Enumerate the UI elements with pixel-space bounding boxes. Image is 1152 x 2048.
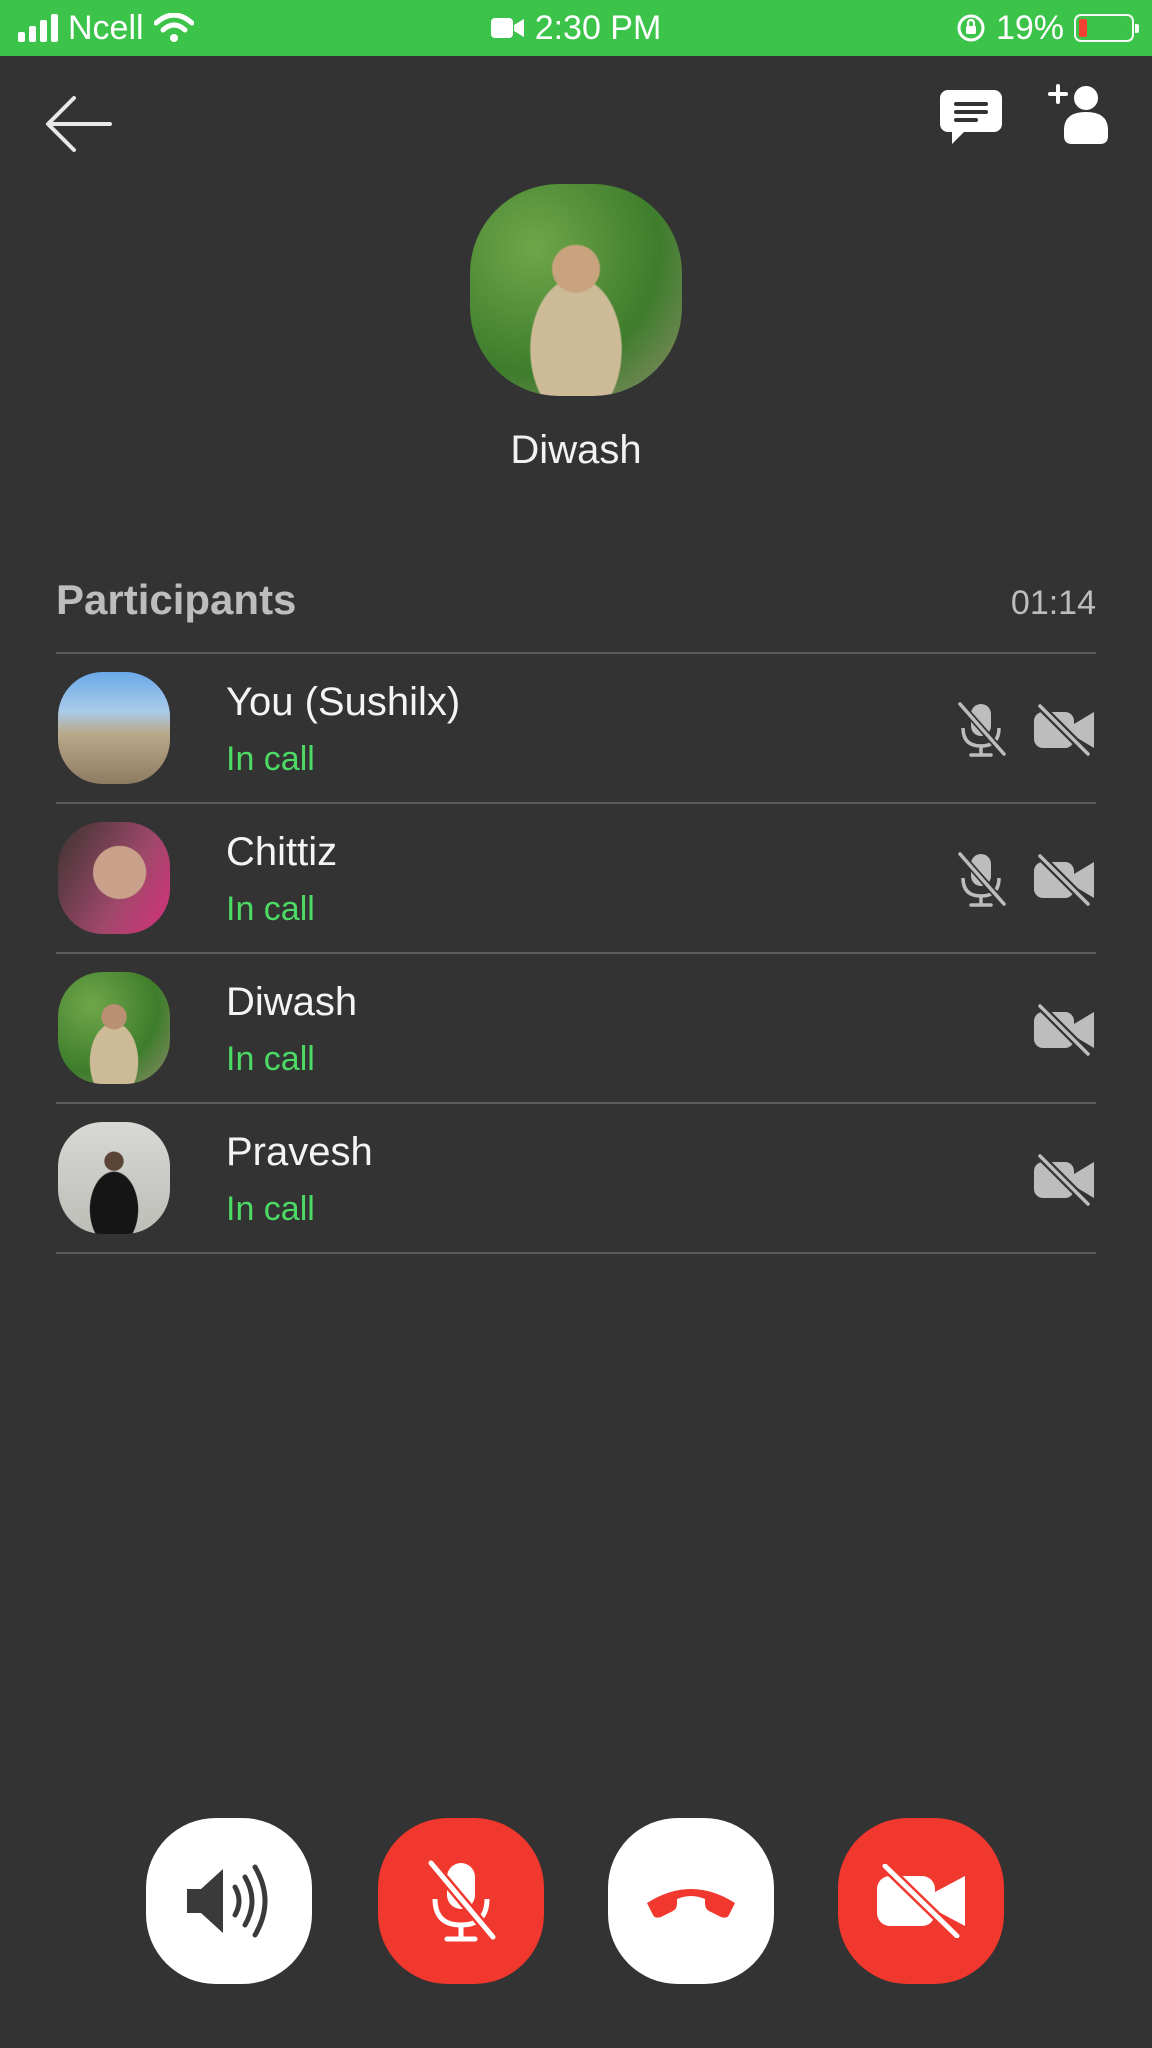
add-person-icon[interactable]: [1048, 84, 1110, 146]
mute-button[interactable]: [378, 1818, 544, 1984]
end-call-button[interactable]: [608, 1818, 774, 1984]
top-bar: [0, 56, 1152, 186]
mic-muted-icon: [957, 851, 1007, 907]
video-toggle-button[interactable]: [838, 1818, 1004, 1984]
participant-avatar: [58, 1122, 170, 1234]
participant-name: Diwash: [226, 980, 358, 1024]
back-arrow-icon[interactable]: [44, 92, 114, 156]
participant-status: In call: [226, 1040, 315, 1078]
participant-status: In call: [226, 1190, 315, 1228]
participant-avatar: [58, 822, 170, 934]
participant-row[interactable]: Pravesh In call: [56, 1104, 1096, 1254]
video-off-icon: [877, 1864, 965, 1938]
video-off-icon: [1034, 1004, 1094, 1056]
battery-percent: 19%: [995, 8, 1064, 47]
mic-off-icon: [427, 1859, 497, 1942]
participant-row[interactable]: Diwash In call: [56, 954, 1096, 1104]
participant-row[interactable]: Chittiz In call: [56, 804, 1096, 954]
status-right: 19%: [956, 0, 1139, 56]
status-bar: Ncell 2:30 PM 19%: [0, 0, 1152, 56]
call-timer: 01:14: [1010, 584, 1096, 622]
chat-icon[interactable]: [940, 86, 1002, 148]
video-off-icon: [1034, 1154, 1094, 1206]
video-off-icon: [1034, 704, 1094, 756]
caller-avatar: [470, 184, 682, 396]
video-recording-icon: [490, 18, 524, 38]
participant-name: You (Sushilx): [226, 680, 461, 724]
mic-muted-icon: [957, 701, 1007, 757]
video-off-icon: [1034, 854, 1094, 906]
clock: 2:30 PM: [534, 8, 662, 47]
participant-name: Chittiz: [226, 830, 338, 874]
end-call-icon: [647, 1889, 735, 1918]
participant-name: Pravesh: [226, 1130, 373, 1174]
speaker-button[interactable]: [146, 1818, 312, 1984]
participant-status: In call: [226, 890, 315, 928]
speaker-icon: [187, 1864, 268, 1938]
participant-row[interactable]: You (Sushilx) In call: [56, 654, 1096, 804]
participant-avatar: [58, 972, 170, 1084]
orientation-lock-icon: [957, 14, 985, 42]
participant-avatar: [58, 672, 170, 784]
battery-icon: [1074, 14, 1139, 42]
caller-name: Diwash: [510, 428, 642, 472]
participants-title: Participants: [56, 576, 297, 623]
divider: [56, 1252, 1096, 1254]
participant-status: In call: [226, 740, 315, 778]
